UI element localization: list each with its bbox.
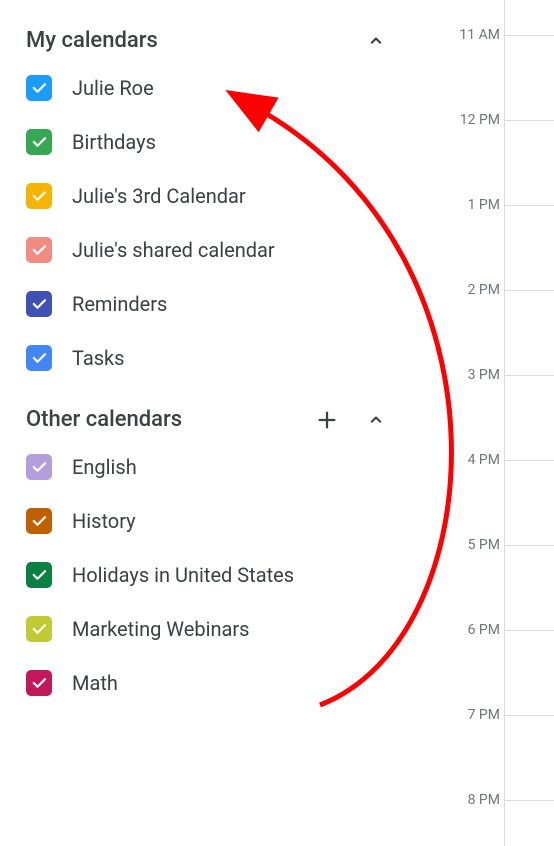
time-label: 1 PM <box>468 197 500 213</box>
calendar-label: History <box>72 509 136 533</box>
grid-hour-line <box>504 545 554 546</box>
my-calendar-item[interactable]: Tasks <box>26 345 410 371</box>
time-label: 8 PM <box>468 792 500 808</box>
calendar-checkbox[interactable] <box>26 75 52 101</box>
calendar-checkbox[interactable] <box>26 183 52 209</box>
calendar-checkbox[interactable] <box>26 616 52 642</box>
calendar-checkbox[interactable] <box>26 562 52 588</box>
calendar-label: Julie Roe <box>72 76 154 100</box>
time-label: 2 PM <box>468 282 500 298</box>
calendar-label: Tasks <box>72 346 125 370</box>
other-calendar-item[interactable]: Marketing Webinars <box>26 616 410 642</box>
calendar-label: Birthdays <box>72 130 156 154</box>
time-label: 5 PM <box>468 537 500 553</box>
plus-icon[interactable] <box>316 409 338 431</box>
grid-hour-line <box>504 630 554 631</box>
calendar-checkbox[interactable] <box>26 670 52 696</box>
calendar-label: Julie's 3rd Calendar <box>72 184 246 208</box>
calendar-label: English <box>72 455 137 479</box>
other-calendar-item[interactable]: Holidays in United States <box>26 562 410 588</box>
my-calendar-item[interactable]: Birthdays <box>26 129 410 155</box>
calendar-checkbox[interactable] <box>26 129 52 155</box>
my-calendars-title: My calendars <box>26 28 366 53</box>
my-calendars-header[interactable]: My calendars <box>26 28 410 53</box>
grid-hour-line <box>504 205 554 206</box>
time-label: 11 AM <box>459 27 500 43</box>
other-calendar-item[interactable]: Math <box>26 670 410 696</box>
calendar-label: Julie's shared calendar <box>72 238 275 262</box>
other-calendars-list: English History Holidays in United States M… <box>26 454 410 696</box>
calendar-sidebar: My calendars Julie Roe Birthdays Julie's 3… <box>0 0 410 724</box>
my-calendar-item[interactable]: Julie's shared calendar <box>26 237 410 263</box>
chevron-up-icon[interactable] <box>366 31 386 51</box>
other-calendar-item[interactable]: History <box>26 508 410 534</box>
time-label: 3 PM <box>468 367 500 383</box>
my-calendar-item[interactable]: Julie's 3rd Calendar <box>26 183 410 209</box>
grid-hour-line <box>504 715 554 716</box>
my-calendar-item[interactable]: Reminders <box>26 291 410 317</box>
grid-hour-line <box>504 460 554 461</box>
my-calendar-item[interactable]: Julie Roe <box>26 75 410 101</box>
grid-hour-line <box>504 120 554 121</box>
other-calendars-title: Other calendars <box>26 407 316 432</box>
grid-vertical-line <box>504 0 505 846</box>
my-calendars-list: Julie Roe Birthdays Julie's 3rd Calendar Ju… <box>26 75 410 371</box>
time-label: 12 PM <box>460 112 500 128</box>
calendar-checkbox[interactable] <box>26 291 52 317</box>
grid-hour-line <box>504 800 554 801</box>
calendar-label: Holidays in United States <box>72 563 294 587</box>
calendar-checkbox[interactable] <box>26 237 52 263</box>
calendar-label: Marketing Webinars <box>72 617 249 641</box>
calendar-checkbox[interactable] <box>26 345 52 371</box>
time-label: 6 PM <box>468 622 500 638</box>
grid-hour-line <box>504 375 554 376</box>
calendar-checkbox[interactable] <box>26 508 52 534</box>
calendar-label: Reminders <box>72 292 167 316</box>
time-label: 7 PM <box>468 707 500 723</box>
calendar-checkbox[interactable] <box>26 454 52 480</box>
calendar-label: Math <box>72 671 118 695</box>
time-label: 4 PM <box>468 452 500 468</box>
day-grid[interactable] <box>504 0 554 846</box>
grid-hour-line <box>504 290 554 291</box>
other-calendars-header[interactable]: Other calendars <box>26 407 410 432</box>
chevron-up-icon[interactable] <box>366 410 386 430</box>
other-calendar-item[interactable]: English <box>26 454 410 480</box>
grid-hour-line <box>504 35 554 36</box>
